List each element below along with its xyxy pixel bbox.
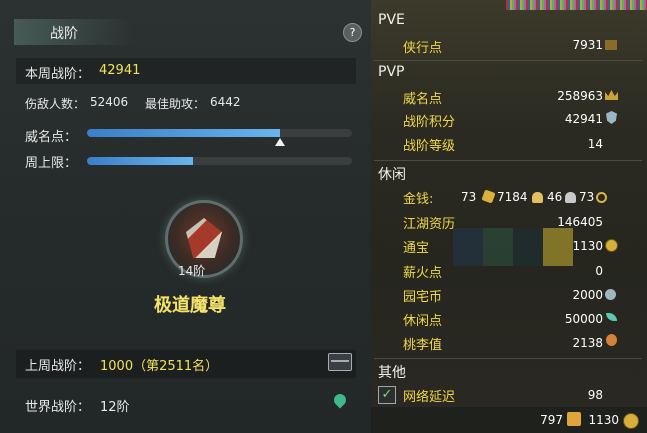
copper-ingot-icon (565, 192, 576, 203)
battle-rank-panel: 战阶 ? 本周战阶： 42941 伤敌人数： 52406 最佳助攻： 6442 … (0, 0, 371, 433)
leisure-item-value: 1130 (572, 239, 603, 253)
leisure-header: 休闲 (378, 167, 406, 183)
assist-label: 最佳助攻： (145, 97, 206, 111)
sword-crest-icon (186, 218, 222, 258)
rank-title: 极道魔尊 (154, 295, 226, 316)
other-header: 其他 (378, 365, 406, 381)
rank-level: 14阶 (178, 264, 206, 278)
prestige-marker (275, 138, 286, 146)
money-silver: 7184 (497, 190, 528, 204)
leisure-item-label: 通宝 (403, 241, 430, 256)
silver-ingot-icon (532, 192, 543, 203)
pvp-item-value: 42941 (564, 112, 603, 126)
latency-label: 网络延迟 (403, 390, 456, 405)
peach-icon (606, 334, 617, 346)
pve-item-value: 7931 (572, 38, 603, 52)
coin-icon (623, 413, 639, 429)
shop-icon[interactable] (567, 412, 581, 426)
week-rank-label: 本周战阶： (25, 67, 91, 82)
pvp-item-label: 威名点 (403, 92, 443, 107)
pvp-item-value: 14 (587, 137, 603, 151)
money-copper1: 46 (547, 190, 563, 204)
week-rank-value: 42941 (99, 63, 141, 78)
leisure-item-label: 休闲点 (403, 314, 443, 329)
kills-value: 52406 (90, 95, 129, 109)
last-week-label: 上周战阶： (25, 359, 91, 374)
pvp-item-label: 战阶积分 (403, 115, 456, 130)
pvp-item-label: 战阶等级 (403, 139, 456, 154)
home-coin-icon (605, 289, 616, 300)
prestige-progress-bar (87, 129, 352, 137)
money-label: 金钱: (403, 192, 434, 207)
currency-panel: PVE 侠行点 7931 PVP 威名点 258963 战阶积分 42941 战… (371, 0, 647, 433)
pve-header: PVE (378, 12, 405, 28)
leisure-item-value: 146405 (557, 215, 603, 229)
leisure-item-label: 江湖资历 (403, 217, 456, 232)
prestige-label: 威名点： (25, 130, 78, 145)
leisure-item-value: 2000 (572, 288, 603, 302)
money-gold: 73 (461, 190, 477, 204)
bottom-left-value: 797 (540, 413, 563, 427)
weekly-cap-progress-bar (87, 157, 352, 165)
weekly-cap-progress-fill (87, 157, 193, 165)
leisure-item-value: 0 (595, 264, 603, 278)
bottom-currency-bar: 797 1130 (371, 407, 647, 433)
latency-checkbox[interactable]: ✓ (378, 386, 396, 404)
coin-icon (605, 239, 618, 252)
bottom-right-value: 1130 (588, 413, 619, 427)
assist-value: 6442 (210, 95, 241, 109)
pve-item-label: 侠行点 (403, 41, 443, 56)
money-copper2: 73 (579, 190, 595, 204)
pvp-header: PVP (378, 64, 405, 80)
shield-icon (606, 111, 617, 124)
leisure-item-label: 园宅币 (403, 290, 443, 305)
last-week-value: 1000（第2511名） (100, 359, 219, 374)
leisure-item-label: 薪火点 (403, 266, 443, 281)
chest-icon[interactable] (328, 353, 352, 371)
prestige-progress-fill (87, 129, 281, 137)
leisure-item-label: 桃李值 (403, 338, 443, 353)
crown-icon (605, 90, 618, 100)
weekly-cap-label: 周上限： (25, 156, 78, 171)
top-strip (506, 0, 647, 10)
copper-coin-icon (596, 192, 607, 203)
gold-ingot-icon (481, 189, 496, 204)
leaf-icon (606, 313, 617, 321)
leisure-item-value: 2138 (572, 336, 603, 350)
location-pin-icon[interactable] (331, 391, 349, 409)
cart-icon (605, 40, 617, 50)
world-rank-label: 世界战阶： (25, 400, 91, 415)
help-icon[interactable]: ? (343, 23, 362, 42)
latency-value: 98 (587, 388, 603, 402)
leisure-item-value: 50000 (564, 312, 603, 326)
pvp-item-value: 258963 (557, 89, 603, 103)
kills-label: 伤敌人数： (25, 97, 86, 111)
tab-title: 战阶 (50, 26, 78, 42)
world-rank-value: 12阶 (100, 400, 130, 415)
